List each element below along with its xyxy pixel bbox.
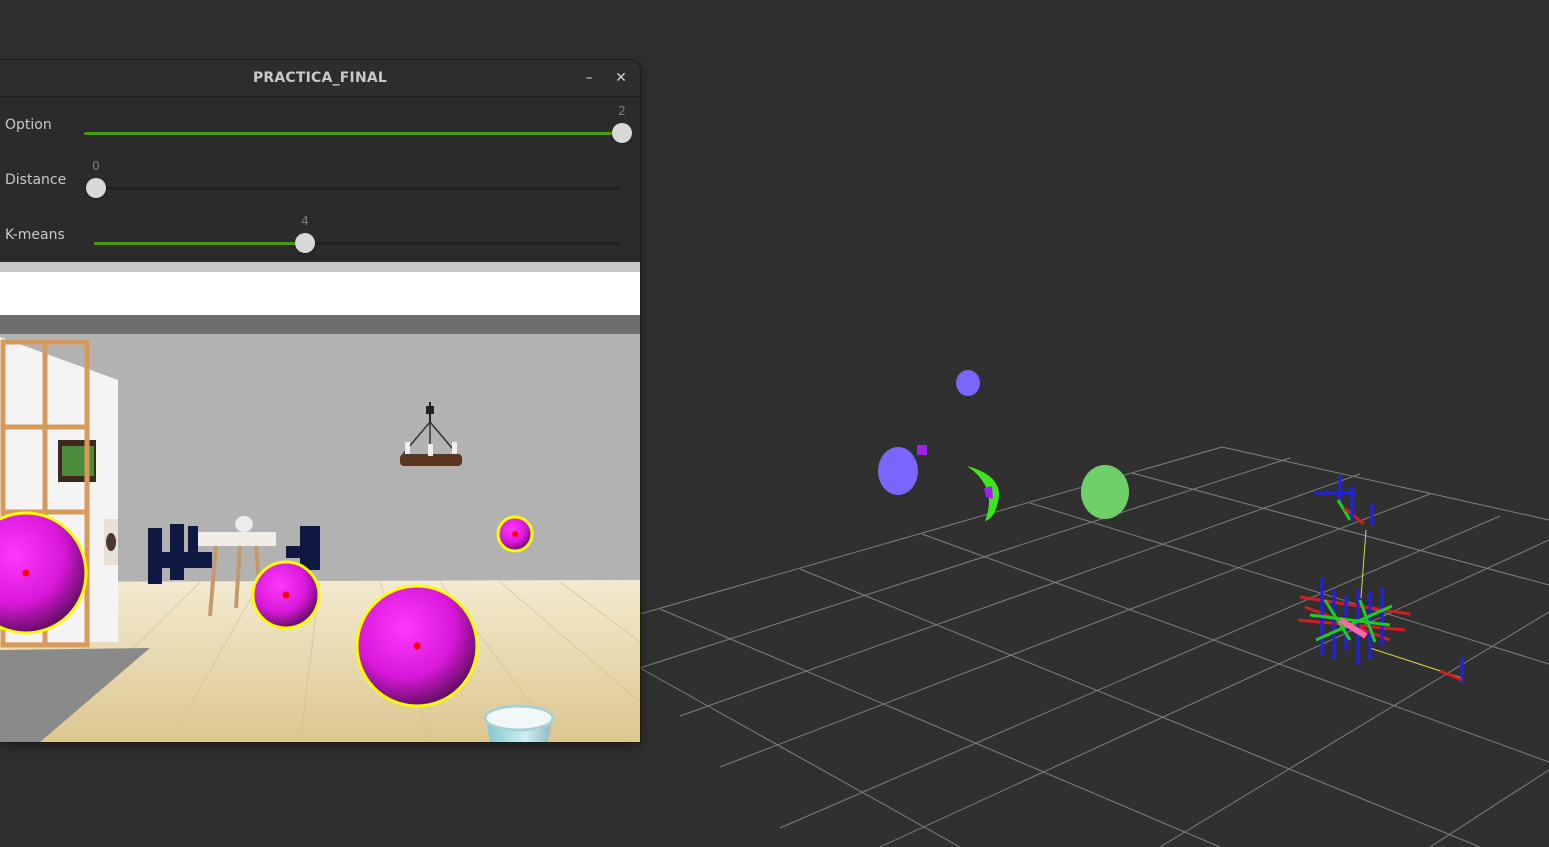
trackbar-kmeans-value: 4 bbox=[301, 214, 309, 228]
ball-center-marker bbox=[512, 531, 518, 537]
trackbar-option-label: Option bbox=[5, 117, 52, 133]
title-bar[interactable]: PRACTICA_FINAL – ✕ bbox=[0, 60, 640, 97]
ball-center-marker bbox=[282, 591, 290, 599]
trackbar-kmeans-track[interactable] bbox=[94, 233, 622, 253]
trackbar-option-value: 2 bbox=[618, 104, 626, 118]
ball-center-marker bbox=[413, 642, 421, 650]
trackbar-distance-value: 0 bbox=[92, 159, 100, 173]
trackbar-distance-label: Distance bbox=[5, 172, 67, 188]
trackbar-distance-thumb[interactable] bbox=[86, 178, 106, 198]
window-title: PRACTICA_FINAL bbox=[252, 70, 388, 86]
scene-ceiling-top bbox=[0, 262, 640, 272]
close-button[interactable]: ✕ bbox=[611, 68, 631, 88]
trackbar-panel: Option 2 Distance 0 K-means 4 bbox=[0, 97, 640, 262]
minimize-button[interactable]: – bbox=[579, 68, 599, 88]
detected-ball bbox=[496, 515, 534, 553]
cluster-green-large bbox=[1081, 465, 1129, 519]
cluster-purple-tiny bbox=[917, 445, 927, 455]
detected-ball bbox=[355, 584, 479, 708]
app-window: PRACTICA_FINAL – ✕ Option 2 Distance 0 K… bbox=[0, 60, 640, 742]
ball-center-marker bbox=[22, 569, 30, 577]
trackbar-kmeans-fill bbox=[94, 242, 306, 245]
cluster-blue-small bbox=[956, 370, 980, 396]
trackbar-distance-track[interactable] bbox=[86, 178, 622, 198]
cluster-blue-large bbox=[878, 447, 918, 495]
scene-ceiling-light bbox=[0, 272, 640, 315]
trackbar-kmeans-label: K-means bbox=[5, 227, 65, 243]
camera-image bbox=[0, 262, 640, 742]
trackbar-option-fill bbox=[84, 132, 622, 135]
scene-cup bbox=[483, 704, 555, 742]
detected-ball bbox=[251, 560, 321, 630]
trackbar-option-thumb[interactable] bbox=[612, 123, 632, 143]
scene-ceiling-beam bbox=[0, 315, 640, 334]
trackbar-option-track[interactable] bbox=[84, 123, 632, 143]
trackbar-kmeans-thumb[interactable] bbox=[295, 233, 316, 253]
